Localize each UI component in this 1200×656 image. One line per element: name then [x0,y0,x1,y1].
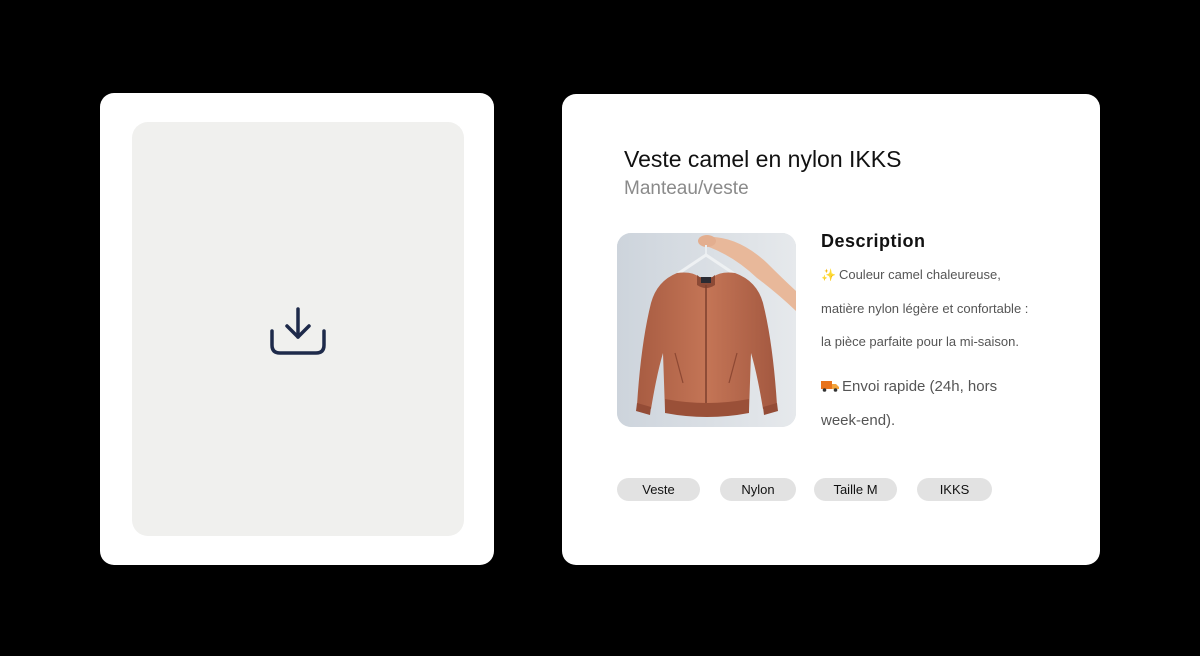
upload-card [100,93,494,565]
tag-veste[interactable]: Veste [617,478,700,501]
product-title: Veste camel en nylon IKKS [624,146,902,172]
description-heading: Description [821,231,926,251]
image-dropzone[interactable] [132,122,464,536]
product-photo[interactable] [617,233,796,427]
description-line-3: la pièce parfaite pour la mi-saison. [821,334,1019,349]
shipping-info: Envoi rapide (24h, hors week-end). [821,374,1071,442]
description-line-1: ✨ Couleur camel chaleureuse, [821,264,1071,298]
tag-taille[interactable]: Taille M [814,478,897,501]
description-line-2: matière nylon légère et confortable : [821,300,1029,316]
page: Veste camel en nylon IKKS Manteau/veste [0,0,1200,656]
product-category: Manteau/veste [624,178,749,199]
tag-nylon[interactable]: Nylon [720,478,796,501]
camel-jacket-image [617,233,796,427]
shipping-line-2: week-end). [821,412,896,429]
download-icon [270,307,326,355]
sparkles-icon: ✨ [821,268,836,282]
tag-brand[interactable]: IKKS [917,478,992,501]
shipping-line-1: Envoi rapide (24h, hors [821,374,1071,408]
product-card: Veste camel en nylon IKKS Manteau/veste [562,94,1100,565]
truck-icon [821,381,839,392]
description-text: ✨ Couleur camel chaleureuse, matière nylo… [821,264,1071,365]
